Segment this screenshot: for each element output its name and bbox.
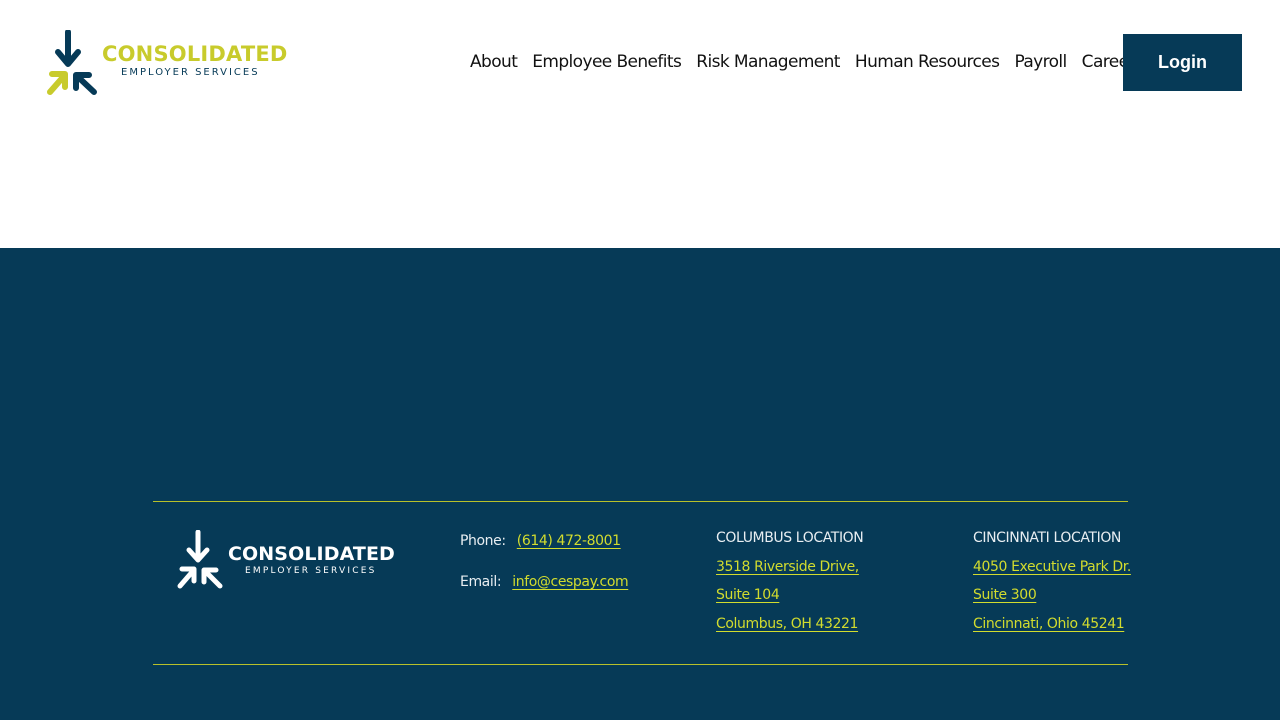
site-logo[interactable]: CONSOLIDATED EMPLOYER SERVICES xyxy=(46,30,287,98)
logo-tagline: EMPLOYER SERVICES xyxy=(121,67,260,78)
nav-item-risk-management[interactable]: Risk Management xyxy=(696,50,840,74)
site-header: CONSOLIDATED EMPLOYER SERVICES About Emp… xyxy=(0,0,1280,248)
footer-bottom-divider xyxy=(153,664,1128,665)
nav-item-about[interactable]: About xyxy=(470,50,518,74)
nav-item-payroll[interactable]: Payroll xyxy=(1014,50,1067,74)
email-link[interactable]: info@cespay.com xyxy=(512,574,628,590)
cincinnati-address-line-2[interactable]: Suite 300 xyxy=(973,587,1037,603)
email-label: Email: xyxy=(460,574,502,590)
logo-arrows-icon xyxy=(47,30,97,95)
columbus-address-line-1[interactable]: 3518 Riverside Drive, xyxy=(716,559,859,575)
phone-label: Phone: xyxy=(460,533,506,549)
nav-item-employee-benefits[interactable]: Employee Benefits xyxy=(532,50,682,74)
cincinnati-location-title: CINCINNATI LOCATION xyxy=(973,530,1122,546)
nav-item-human-resources[interactable]: Human Resources xyxy=(855,50,1000,74)
footer-top-divider xyxy=(153,501,1128,502)
columbus-address-line-2[interactable]: Suite 104 xyxy=(716,587,780,603)
footer-phone: Phone: (614) 472-8001 xyxy=(460,530,621,549)
cincinnati-address-line-1[interactable]: 4050 Executive Park Dr. xyxy=(973,559,1131,575)
main-nav: About Employee Benefits Risk Management … xyxy=(470,50,1158,74)
footer-logo-wordmark: CONSOLIDATED xyxy=(228,543,395,565)
login-button[interactable]: Login xyxy=(1123,34,1242,91)
columbus-location-title: COLUMBUS LOCATION xyxy=(716,530,864,546)
columbus-address-line-3[interactable]: Columbus, OH 43221 xyxy=(716,616,858,632)
footer-logo[interactable]: CONSOLIDATED EMPLOYER SERVICES xyxy=(176,529,395,592)
site-footer: CONSOLIDATED EMPLOYER SERVICES Phone: (6… xyxy=(0,248,1280,720)
logo-wordmark: CONSOLIDATED xyxy=(102,42,288,66)
phone-link[interactable]: (614) 472-8001 xyxy=(517,533,621,549)
cincinnati-location: CINCINNATI LOCATION 4050 Executive Park … xyxy=(973,530,1131,632)
footer-logo-tagline: EMPLOYER SERVICES xyxy=(245,566,377,576)
cincinnati-address-line-3[interactable]: Cincinnati, Ohio 45241 xyxy=(973,616,1125,632)
footer-logo-arrows-icon xyxy=(177,529,223,589)
columbus-location: COLUMBUS LOCATION 3518 Riverside Drive, … xyxy=(716,530,864,632)
footer-email: Email: info@cespay.com xyxy=(460,571,629,590)
